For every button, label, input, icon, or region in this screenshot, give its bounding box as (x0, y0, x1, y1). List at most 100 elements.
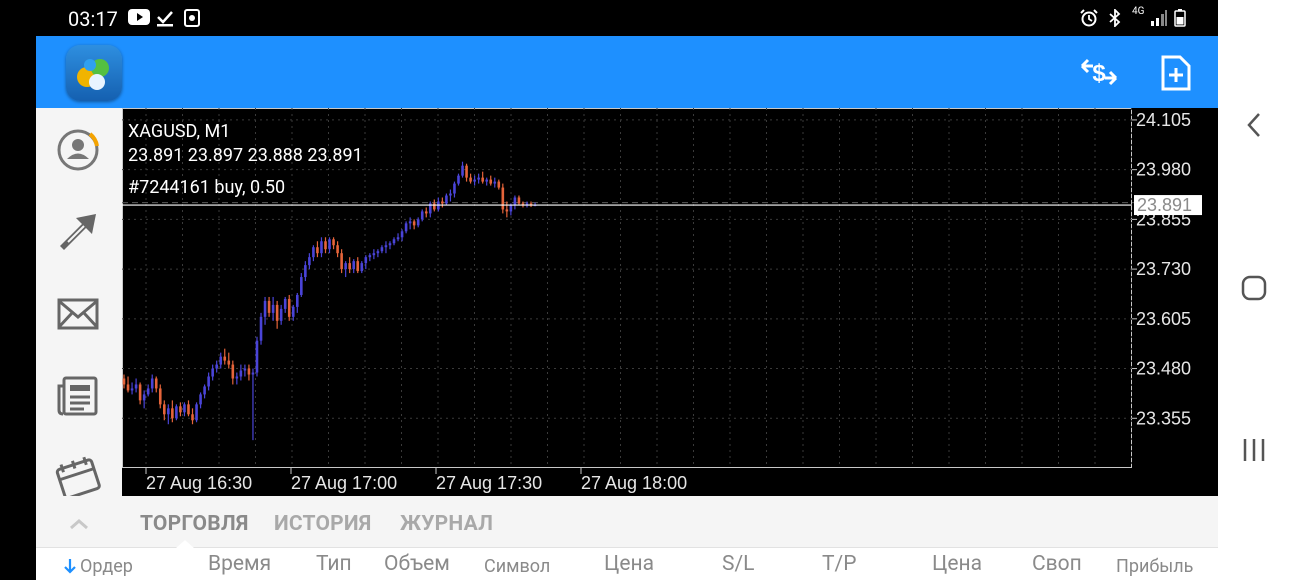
x-tick-label: 27 Aug 17:00 (291, 473, 397, 493)
candle-body (513, 197, 517, 206)
candle-body (445, 195, 448, 204)
candle-body (283, 298, 287, 309)
new-order-icon[interactable] (1160, 54, 1192, 92)
candle-body (424, 211, 428, 214)
column-swap[interactable]: Своп (1032, 552, 1082, 576)
candle-body (247, 368, 251, 375)
candle-body (481, 177, 484, 182)
candle-body (388, 243, 392, 246)
sort-down-arrow-icon[interactable] (64, 558, 76, 574)
candle-body (211, 368, 214, 377)
candle-body (384, 245, 388, 248)
candle-body (348, 263, 351, 270)
account-icon[interactable] (54, 126, 102, 174)
app-bar: $ (36, 36, 1218, 108)
candle-body (203, 386, 206, 395)
price-chart[interactable]: 24.105 23.980 23.855 23.730 23.605 23.480 23.3… (122, 108, 1218, 496)
candle-body (207, 376, 210, 387)
candle-body (364, 257, 368, 264)
candle-body (251, 372, 255, 375)
tab-journal[interactable]: ЖУРНАЛ (400, 512, 493, 536)
column-current-price[interactable]: Цена (932, 552, 982, 576)
svg-text:$: $ (1092, 60, 1106, 87)
candle-body (167, 408, 170, 415)
x-tick-label: 27 Aug 18:00 (581, 473, 687, 493)
candle-body (497, 181, 501, 188)
candle-body (420, 211, 424, 220)
x-tick-label: 27 Aug 16:30 (146, 473, 252, 493)
candle-body (215, 364, 218, 369)
candle-body (328, 239, 331, 250)
status-bar: 03:17 4G (36, 0, 1218, 36)
column-time[interactable]: Время (208, 552, 271, 576)
candle-body (255, 340, 259, 373)
back-icon[interactable] (1242, 110, 1266, 140)
candle-body (154, 378, 158, 389)
candle-body (300, 277, 303, 295)
metatrader-logo[interactable] (66, 45, 122, 101)
column-volume[interactable]: Объем (384, 552, 450, 576)
candle-body (171, 408, 174, 419)
candle-body (344, 263, 347, 270)
column-price[interactable]: Цена (604, 552, 654, 576)
candle-body (324, 241, 327, 250)
candle-body (416, 219, 420, 226)
candle-body (231, 364, 235, 379)
trade-arrows-icon[interactable] (54, 208, 102, 256)
candle-body (158, 388, 162, 405)
active-tab-indicator (176, 540, 194, 548)
column-sl[interactable]: S/L (722, 552, 754, 576)
column-profit[interactable]: Прибыль (1116, 556, 1193, 577)
bottom-panel: ТОРГОВЛЯ ИСТОРИЯ ЖУРНАЛ Ордер Время Тип … (36, 496, 1218, 580)
candle-body (489, 179, 493, 184)
column-type[interactable]: Тип (316, 552, 352, 576)
candle-body (235, 376, 239, 379)
sidebar (36, 108, 122, 496)
candle-body (179, 406, 182, 413)
candle-body (368, 255, 372, 258)
candle-body (473, 179, 476, 182)
candle-body (163, 404, 166, 415)
candle-body (134, 384, 138, 389)
candle-body (352, 261, 356, 270)
y-tick-label: 23.355 (1136, 408, 1191, 428)
news-icon[interactable] (54, 372, 102, 420)
candle-body (412, 221, 416, 226)
x-tick-label: 27 Aug 17:30 (436, 473, 542, 493)
column-tp[interactable]: T/P (822, 552, 856, 576)
candle-body (138, 384, 142, 401)
candle-body (187, 404, 190, 415)
calendar-icon[interactable] (54, 454, 102, 496)
column-symbol[interactable]: Символ (484, 556, 550, 577)
currency-exchange-icon[interactable]: $ (1078, 52, 1120, 92)
y-tick-label: 24.105 (1136, 110, 1191, 130)
mail-icon[interactable] (54, 290, 102, 338)
candle-body (304, 265, 307, 278)
candle-body (465, 165, 468, 178)
candle-body (271, 304, 275, 313)
candle-body (356, 261, 360, 272)
tab-history[interactable]: ИСТОРИЯ (274, 512, 371, 536)
chevron-up-icon[interactable] (68, 516, 90, 530)
tab-trade[interactable]: ТОРГОВЛЯ (140, 512, 249, 536)
recents-icon[interactable] (1240, 436, 1268, 464)
candle-body (308, 257, 311, 266)
home-icon[interactable] (1240, 274, 1268, 302)
candle-body (441, 201, 444, 204)
signal-icon (1150, 9, 1168, 31)
status-time: 03:17 (68, 7, 118, 31)
candle-body (336, 245, 339, 254)
4g-icon: 4G (1132, 7, 1144, 17)
candle-body (219, 356, 223, 365)
candle-body (400, 231, 404, 238)
column-order[interactable]: Ордер (80, 556, 133, 577)
candle-body (142, 394, 146, 401)
candle-body (469, 177, 472, 182)
bluetooth-icon (1108, 7, 1122, 31)
candle-body (122, 378, 126, 385)
chart-info-overlay: XAGUSD, M1 23.891 23.897 23.888 23.891 #… (128, 120, 363, 200)
candle-body (146, 388, 150, 395)
candle-body (279, 308, 283, 321)
youtube-icon (128, 9, 150, 29)
candle-body (332, 239, 335, 246)
